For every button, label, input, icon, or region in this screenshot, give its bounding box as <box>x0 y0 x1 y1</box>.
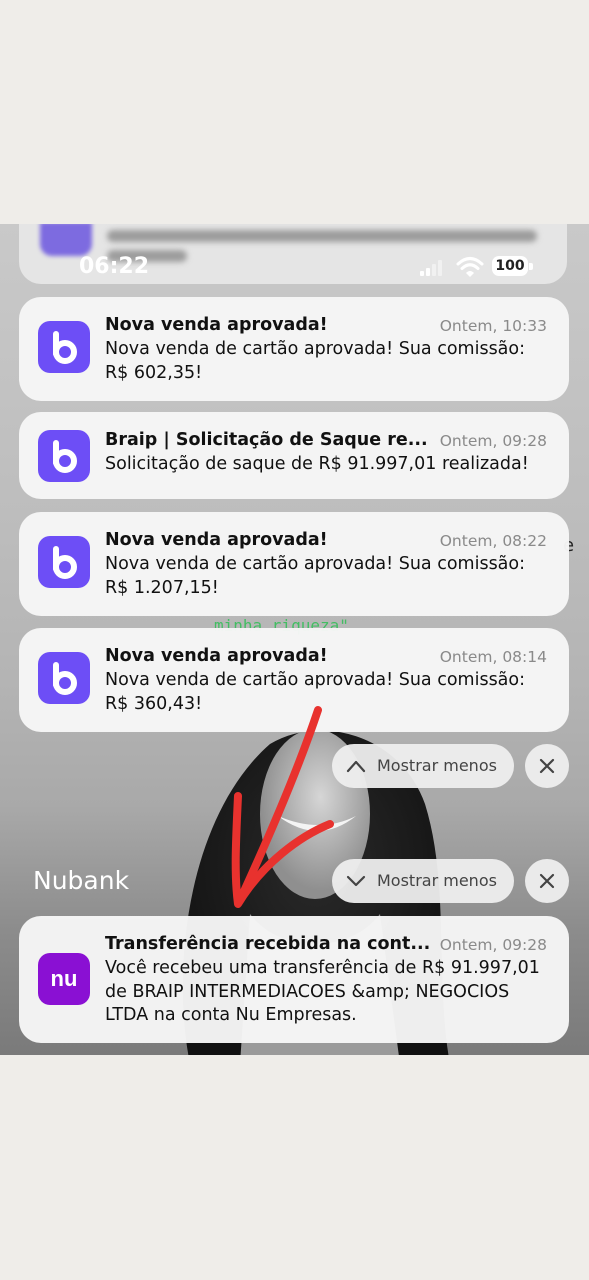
notification-time: Ontem, 08:14 <box>439 648 547 666</box>
nubank-logo-icon: nu <box>38 953 90 1005</box>
notification-title: Nova venda aprovada! <box>105 315 328 335</box>
phone-screen: minha riqueza" e 06:22 100 Nova venda <box>0 224 589 1055</box>
notification-title: Braip | Solicitação de Saque re... <box>105 430 428 450</box>
chevron-down-icon <box>346 875 366 887</box>
show-less-label: Mostrar menos <box>377 756 497 775</box>
notification-time: Ontem, 08:22 <box>439 532 547 550</box>
blurred-app-icon <box>40 224 92 256</box>
close-icon <box>539 758 555 774</box>
show-less-button[interactable]: Mostrar menos <box>332 859 514 903</box>
notification-body: Nova venda de cartão aprovada! Sua comis… <box>105 554 526 598</box>
nubank-logo-text: nu <box>51 966 78 991</box>
status-bar: 06:22 100 <box>0 254 589 280</box>
braip-b-logo-icon <box>38 321 90 373</box>
notification-title: Transferência recebida na cont... <box>105 934 431 954</box>
notification-body: Solicitação de saque de R$ 91.997,01 rea… <box>105 454 529 474</box>
clear-group-button[interactable] <box>525 744 569 788</box>
notification-body: Nova venda de cartão aprovada! Sua comis… <box>105 339 526 383</box>
nubank-group-label: Nubank <box>33 866 130 895</box>
close-icon <box>539 873 555 889</box>
notification-body: Nova venda de cartão aprovada! Sua comis… <box>105 670 526 714</box>
notification-time: Ontem, 10:33 <box>439 317 547 335</box>
notification-time: Ontem, 09:28 <box>439 936 547 954</box>
notification-card[interactable]: Braip | Solicitação de Saque re... Ontem… <box>19 412 569 499</box>
battery-icon: 100 <box>492 256 528 276</box>
braip-b-logo-icon <box>38 652 90 704</box>
braip-b-logo-icon <box>38 430 90 482</box>
chevron-up-icon <box>346 760 366 773</box>
wifi-icon <box>456 257 484 277</box>
notification-card[interactable]: Nova venda aprovada! Ontem, 10:33 Nova v… <box>19 297 569 401</box>
notification-time: Ontem, 09:28 <box>439 432 547 450</box>
status-time: 06:22 <box>79 254 150 279</box>
notification-card[interactable]: Nova venda aprovada! Ontem, 08:22 Nova v… <box>19 512 569 616</box>
battery-tip <box>529 263 533 270</box>
show-less-label: Mostrar menos <box>377 871 497 890</box>
clear-group-button[interactable] <box>525 859 569 903</box>
notification-title: Nova venda aprovada! <box>105 530 328 550</box>
notification-card[interactable]: Nova venda aprovada! Ontem, 08:14 Nova v… <box>19 628 569 732</box>
braip-b-logo-icon <box>38 536 90 588</box>
cellular-signal-icon <box>420 260 442 276</box>
notification-card[interactable]: nu Transferência recebida na cont... Ont… <box>19 916 569 1043</box>
show-less-button[interactable]: Mostrar menos <box>332 744 514 788</box>
blurred-text-line <box>107 230 537 242</box>
notification-title: Nova venda aprovada! <box>105 646 328 666</box>
notification-body: Você recebeu uma transferência de R$ 91.… <box>105 958 540 1025</box>
